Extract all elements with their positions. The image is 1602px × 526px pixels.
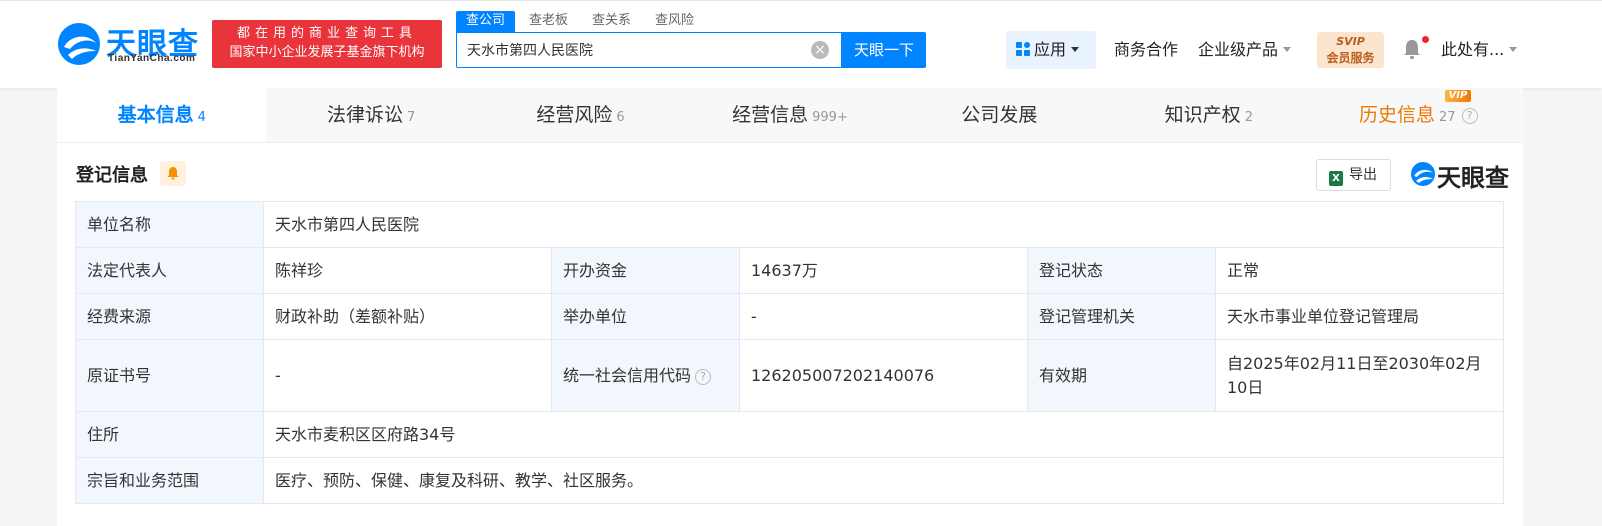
field-label: 举办单位 bbox=[551, 293, 740, 340]
field-value: 天水市事业单位登记管理局 bbox=[1215, 293, 1504, 340]
search-button[interactable]: 天眼一下 bbox=[842, 32, 926, 68]
field-value: 天水市麦积区区府路34号 bbox=[263, 411, 1504, 458]
chevron-down-icon bbox=[1283, 47, 1292, 52]
nav-business[interactable]: 商务合作 bbox=[1114, 31, 1178, 69]
top-header: 天眼查 TianYanCha.com 都在用的商业查询工具 国家中小企业发展子基… bbox=[0, 0, 1602, 88]
tab-label: 基本信息 bbox=[117, 104, 194, 126]
help-icon[interactable]: ? bbox=[695, 368, 712, 385]
help-icon[interactable]: ? bbox=[1461, 108, 1478, 124]
table-row: 经费来源 财政补助（差额补贴） 举办单位 - 登记管理机关 天水市事业单位登记管… bbox=[75, 293, 1504, 340]
field-label: 有效期 bbox=[1027, 339, 1216, 412]
nav-app-menu[interactable]: 应用 bbox=[1006, 31, 1096, 69]
app-grid-icon bbox=[1016, 42, 1030, 56]
tab-label: 经营风险 bbox=[536, 104, 613, 126]
search-type-tabs: 查公司 查老板 查关系 查风险 bbox=[456, 11, 708, 33]
field-label: 原证书号 bbox=[75, 339, 264, 412]
search-box: × bbox=[456, 32, 842, 68]
svip-label: SVIP bbox=[1336, 35, 1365, 48]
registration-info-table: 单位名称 天水市第四人民医院 法定代表人 陈祥珍 开办资金 14637万 登记状… bbox=[75, 201, 1504, 504]
search-tab-relation[interactable]: 查关系 bbox=[582, 11, 641, 33]
tianyancha-logo[interactable]: 天眼查 TianYanCha.com bbox=[56, 21, 206, 67]
tab-label: 知识产权 bbox=[1164, 104, 1241, 126]
field-value: 126205007202140076 bbox=[739, 339, 1028, 412]
table-row: 法定代表人 陈祥珍 开办资金 14637万 登记状态 正常 bbox=[75, 247, 1504, 294]
slogan-line-1: 都在用的商业查询工具 bbox=[236, 26, 417, 41]
field-label: 住所 bbox=[75, 411, 264, 458]
notification-bell-icon[interactable] bbox=[1403, 38, 1421, 60]
tab-count: 6 bbox=[616, 110, 625, 125]
tab-label: 历史信息 bbox=[1358, 104, 1435, 126]
svip-sublabel: 会员服务 bbox=[1326, 51, 1375, 65]
field-label-credit-code: 统一社会信用代码? bbox=[551, 339, 740, 412]
table-row: 住所 天水市麦积区区府路34号 bbox=[75, 411, 1504, 458]
field-label: 统一社会信用代码 bbox=[563, 365, 692, 385]
field-value: 财政补助（差额补贴） bbox=[263, 293, 552, 340]
search-area: 查公司 查老板 查关系 查风险 × 天眼一下 bbox=[456, 11, 926, 69]
field-value: 医疗、预防、保健、康复及科研、教学、社区服务。 bbox=[263, 457, 1504, 504]
nav-enterprise-label: 企业级产品 bbox=[1198, 40, 1279, 59]
vip-badge: VIP bbox=[1444, 90, 1472, 102]
company-detail-card: 基本信息 4 法律诉讼 7 经营风险 6 经营信息 999+ 公司发展 知识产权 2 历史… bbox=[57, 88, 1523, 526]
tab-development[interactable]: 公司发展 bbox=[895, 88, 1104, 142]
excel-icon: X bbox=[1329, 171, 1343, 186]
field-value: - bbox=[739, 293, 1028, 340]
section-title: 登记信息 bbox=[76, 165, 148, 186]
chevron-down-icon bbox=[1071, 47, 1080, 52]
search-tab-boss[interactable]: 查老板 bbox=[519, 11, 578, 33]
export-button[interactable]: X 导出 bbox=[1316, 159, 1391, 191]
field-value: 正常 bbox=[1215, 247, 1504, 294]
tab-legal[interactable]: 法律诉讼 7 bbox=[266, 88, 475, 142]
chevron-down-icon bbox=[1509, 47, 1518, 52]
user-name: 此处有... bbox=[1441, 40, 1505, 59]
field-label: 登记管理机关 bbox=[1027, 293, 1216, 340]
field-label: 开办资金 bbox=[551, 247, 740, 294]
field-value: 陈祥珍 bbox=[263, 247, 552, 294]
field-value: 自2025年02月11日至2030年02月10日 bbox=[1215, 339, 1504, 412]
nav-enterprise[interactable]: 企业级产品 bbox=[1198, 31, 1292, 69]
watermark-logo-icon bbox=[1411, 162, 1435, 186]
nav-app-label: 应用 bbox=[1034, 40, 1067, 59]
clear-icon[interactable]: × bbox=[811, 41, 829, 59]
tab-ip[interactable]: 知识产权 2 bbox=[1104, 88, 1313, 142]
field-label: 宗旨和业务范围 bbox=[75, 457, 264, 504]
user-menu[interactable]: 此处有... bbox=[1441, 31, 1518, 69]
detail-tabs: 基本信息 4 法律诉讼 7 经营风险 6 经营信息 999+ 公司发展 知识产权 2 历史… bbox=[57, 88, 1523, 143]
tab-operation[interactable]: 经营信息 999+ bbox=[685, 88, 894, 142]
search-tab-risk[interactable]: 查风险 bbox=[645, 11, 704, 33]
logo-domain: TianYanCha.com bbox=[108, 53, 196, 64]
tab-label: 经营信息 bbox=[732, 104, 809, 126]
tab-count: 2 bbox=[1244, 110, 1253, 125]
field-label: 单位名称 bbox=[75, 201, 264, 248]
table-row: 宗旨和业务范围 医疗、预防、保健、康复及科研、教学、社区服务。 bbox=[75, 457, 1504, 504]
export-label: 导出 bbox=[1349, 167, 1377, 183]
tab-history[interactable]: 历史信息 27? VIP bbox=[1314, 88, 1523, 142]
tab-count: 7 bbox=[407, 110, 416, 125]
watermark-text: 天眼查 bbox=[1437, 164, 1509, 192]
field-value: - bbox=[263, 339, 552, 412]
tab-label: 法律诉讼 bbox=[326, 104, 403, 126]
tab-count: 999+ bbox=[812, 110, 848, 125]
svip-button[interactable]: SVIP 会员服务 bbox=[1317, 32, 1384, 68]
search-tab-company[interactable]: 查公司 bbox=[456, 11, 516, 33]
monitor-bell-icon[interactable] bbox=[160, 161, 186, 186]
tab-basic-info[interactable]: 基本信息 4 bbox=[57, 88, 267, 142]
field-label: 法定代表人 bbox=[75, 247, 264, 294]
field-label: 登记状态 bbox=[1027, 247, 1216, 294]
field-label: 经费来源 bbox=[75, 293, 264, 340]
table-row: 原证书号 - 统一社会信用代码? 126205007202140076 有效期 … bbox=[75, 339, 1504, 412]
tab-count: 4 bbox=[197, 110, 206, 125]
slogan-banner: 都在用的商业查询工具 国家中小企业发展子基金旗下机构 bbox=[212, 20, 442, 68]
field-value: 14637万 bbox=[739, 247, 1028, 294]
search-input[interactable] bbox=[457, 33, 797, 67]
notification-dot bbox=[1422, 36, 1429, 43]
tab-count: 27 bbox=[1438, 110, 1456, 125]
slogan-line-2: 国家中小企业发展子基金旗下机构 bbox=[229, 45, 425, 60]
table-row: 单位名称 天水市第四人民医院 bbox=[75, 201, 1504, 248]
logo-eye-icon bbox=[58, 23, 100, 65]
field-value: 天水市第四人民医院 bbox=[263, 201, 1504, 248]
tab-label: 公司发展 bbox=[961, 104, 1038, 126]
tab-risk[interactable]: 经营风险 6 bbox=[476, 88, 685, 142]
